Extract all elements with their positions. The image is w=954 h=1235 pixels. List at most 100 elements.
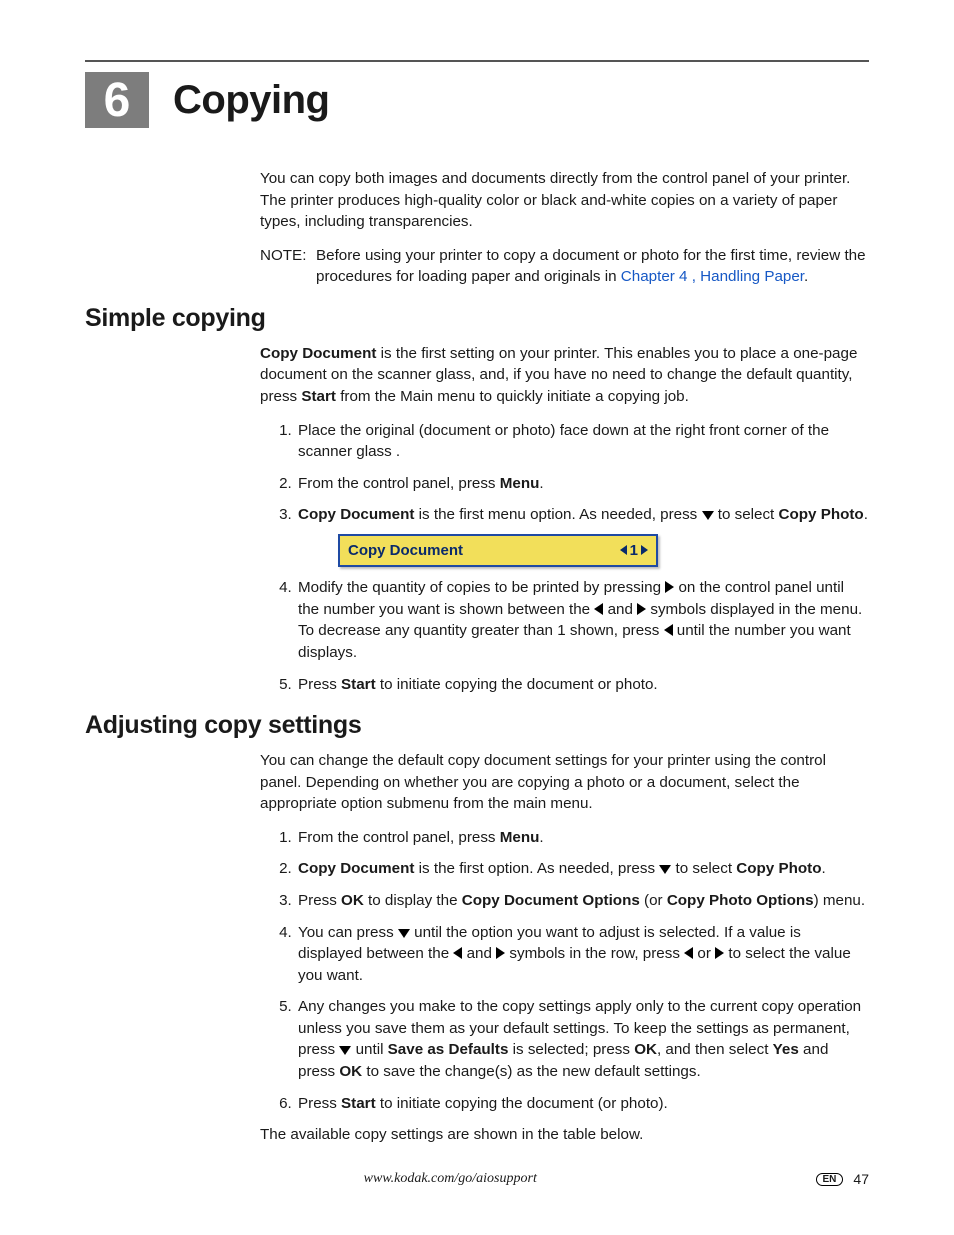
down-arrow-icon [398,929,410,938]
t: to save the change(s) as the new default… [362,1063,701,1080]
start-label: Start [301,388,336,405]
step-6: Press Start to initiate copying the docu… [296,1093,869,1115]
right-arrow-icon [641,545,648,555]
lcd-display: Copy Document 1 [338,534,658,567]
copy-document-label: Copy Document [298,860,414,877]
t: Modify the quantity of copies to be prin… [298,579,665,596]
start-label: Start [341,1095,376,1112]
simple-steps: Place the original (document or photo) f… [260,420,869,696]
start-label: Start [341,676,376,693]
t: . [864,506,868,523]
down-arrow-icon [702,511,714,520]
left-arrow-icon [594,603,603,615]
step-1: Place the original (document or photo) f… [296,420,869,463]
adjust-outro: The available copy settings are shown in… [260,1124,869,1146]
chapter-title: Copying [173,78,329,123]
top-rule [85,60,869,62]
intro-paragraph: You can copy both images and documents d… [260,168,869,233]
t: and [603,601,637,618]
t: to display the [364,892,462,909]
t: . [822,860,826,877]
t: from the Main menu to quickly initiate a… [336,388,689,405]
menu-label: Menu [500,829,540,846]
down-arrow-icon [659,865,671,874]
step-4: You can press until the option you want … [296,922,869,987]
step-2: Copy Document is the first option. As ne… [296,858,869,880]
note-link[interactable]: Chapter 4 , Handling Paper [621,268,804,285]
t: is the first option. As needed, press [414,860,659,877]
step-5: Press Start to initiate copying the docu… [296,674,869,696]
t: You can press [298,924,398,941]
left-arrow-icon [664,624,673,636]
step-2: From the control panel, press Menu. [296,473,869,495]
lcd-qty: 1 [620,540,648,561]
left-arrow-icon [620,545,627,555]
copy-document-label: Copy Document [298,506,414,523]
copy-document-label: Copy Document [260,345,376,362]
step-5: Any changes you make to the copy setting… [296,996,869,1082]
t: until [351,1041,387,1058]
t: is the first menu option. As needed, pre… [414,506,701,523]
t: (or [640,892,667,909]
copy-photo-options-label: Copy Photo Options [667,892,814,909]
t: to select [671,860,736,877]
step-3: Press OK to display the Copy Document Op… [296,890,869,912]
t: to initiate copying the document or phot… [376,676,658,693]
step-1: From the control panel, press Menu. [296,827,869,849]
simple-intro: Copy Document is the first setting on yo… [260,343,869,408]
t: to initiate copying the document (or pho… [376,1095,668,1112]
menu-label: Menu [500,475,540,492]
t: is selected; press [508,1041,634,1058]
t: and [467,945,497,962]
t: From the control panel, press [298,475,500,492]
t: ) menu. [814,892,866,909]
note-text: Before using your printer to copy a docu… [316,245,869,288]
t: . [539,829,543,846]
t: Press [298,892,341,909]
simple-copying-block: Copy Document is the first setting on yo… [260,343,869,695]
note-text-after: . [804,268,808,285]
note-label: NOTE: [260,245,316,288]
right-arrow-icon [637,603,646,615]
simple-copying-heading: Simple copying [85,304,869,333]
intro-block: You can copy both images and documents d… [260,168,869,288]
ok-label: OK [634,1041,657,1058]
adjust-settings-heading: Adjusting copy settings [85,711,869,740]
left-arrow-icon [453,947,462,959]
note: NOTE: Before using your printer to copy … [260,245,869,288]
t: Press [298,1095,341,1112]
t: . [539,475,543,492]
footer-url: www.kodak.com/go/aiosupport [85,1171,816,1187]
page: 6 Copying You can copy both images and d… [0,0,954,1235]
page-footer: www.kodak.com/go/aiosupport EN 47 [85,1171,869,1187]
lcd-label: Copy Document [348,540,463,561]
save-defaults-label: Save as Defaults [388,1041,509,1058]
step-4: Modify the quantity of copies to be prin… [296,577,869,663]
page-number: 47 [853,1171,869,1187]
step-3: Copy Document is the first menu option. … [296,504,869,567]
right-arrow-icon [715,947,724,959]
t: to select [714,506,779,523]
t: From the control panel, press [298,829,500,846]
t: symbols in the row, press [509,945,684,962]
t: Press [298,676,341,693]
left-arrow-icon [684,947,693,959]
adjust-block: You can change the default copy document… [260,750,869,1146]
adjust-steps: From the control panel, press Menu. Copy… [260,827,869,1114]
chapter-header: 6 Copying [85,72,869,128]
t: or [697,945,715,962]
right-arrow-icon [665,581,674,593]
adjust-intro: You can change the default copy document… [260,750,869,815]
lcd-qty-num: 1 [630,542,638,559]
down-arrow-icon [339,1046,351,1055]
chapter-number: 6 [85,72,149,128]
t: , and then select [657,1041,773,1058]
language-badge: EN [816,1173,844,1186]
ok-label: OK [339,1063,362,1080]
ok-label: OK [341,892,364,909]
yes-label: Yes [773,1041,799,1058]
copy-photo-label: Copy Photo [736,860,821,877]
right-arrow-icon [496,947,505,959]
copy-photo-label: Copy Photo [779,506,864,523]
copy-doc-options-label: Copy Document Options [462,892,640,909]
